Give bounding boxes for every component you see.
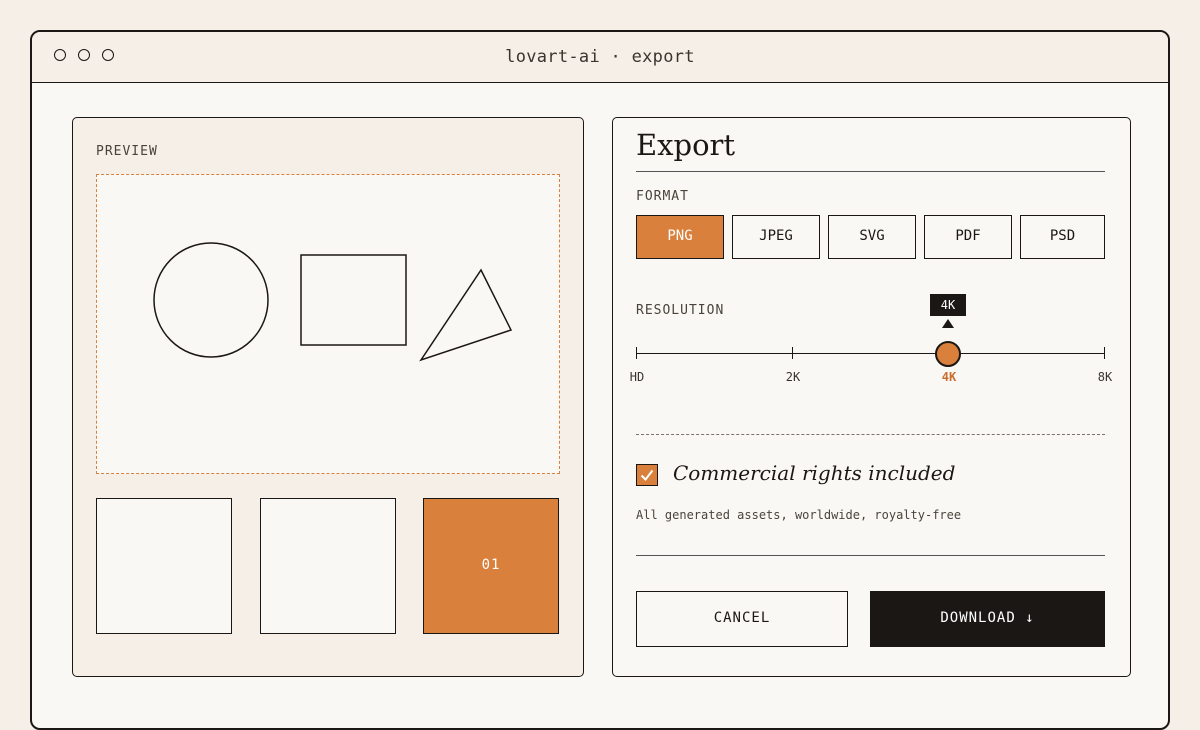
resolution-slider-track[interactable] (636, 353, 1105, 354)
checkmark-icon (640, 469, 654, 482)
tooltip-arrow-icon (942, 319, 954, 328)
tick-hd (636, 347, 637, 359)
window-title: lovart-ai · export (505, 47, 695, 67)
square-shape (300, 254, 407, 346)
resolution-slider-handle[interactable] (935, 341, 961, 367)
footer-divider (636, 555, 1105, 556)
circle-shape (153, 242, 269, 358)
format-label: FORMAT (636, 189, 689, 204)
format-psd-button[interactable]: PSD (1020, 215, 1105, 259)
heading-divider (636, 171, 1105, 172)
preview-label: PREVIEW (96, 144, 158, 159)
format-svg-button[interactable]: SVG (828, 215, 916, 259)
tick-8k (1104, 347, 1105, 359)
preview-artwork (153, 242, 513, 362)
tick-label-2k[interactable]: 2K (786, 370, 800, 384)
tick-label-4k[interactable]: 4K (942, 370, 956, 384)
thumbnail-2[interactable] (260, 498, 396, 634)
export-heading: Export (636, 128, 736, 162)
resolution-tooltip: 4K (930, 294, 966, 316)
commercial-rights-description: All generated assets, worldwide, royalty… (636, 508, 962, 522)
preview-canvas[interactable] (96, 174, 560, 474)
export-panel: Export FORMAT PNG JPEG SVG PDF PSD RESOL… (612, 117, 1131, 677)
export-window: lovart-ai · export PREVIEW 01 Export FOR… (30, 30, 1170, 730)
format-png-button[interactable]: PNG (636, 215, 724, 259)
thumbnail-number: 01 (481, 557, 501, 573)
title-bar: lovart-ai · export (32, 32, 1168, 83)
tick-label-hd[interactable]: HD (630, 370, 644, 384)
triangle-shape (419, 268, 513, 362)
format-pdf-button[interactable]: PDF (924, 215, 1012, 259)
preview-panel: PREVIEW 01 (72, 117, 584, 677)
tick-label-8k[interactable]: 8K (1098, 370, 1112, 384)
thumbnail-3-selected[interactable]: 01 (423, 498, 559, 634)
section-divider (636, 434, 1105, 435)
tick-2k (792, 347, 793, 359)
commercial-rights-checkbox[interactable] (636, 464, 658, 486)
commercial-rights-label: Commercial rights included (673, 461, 956, 485)
thumbnail-1[interactable] (96, 498, 232, 634)
download-button[interactable]: DOWNLOAD ↓ (870, 591, 1105, 647)
format-jpeg-button[interactable]: JPEG (732, 215, 820, 259)
resolution-label: RESOLUTION (636, 303, 725, 318)
cancel-button[interactable]: CANCEL (636, 591, 848, 647)
